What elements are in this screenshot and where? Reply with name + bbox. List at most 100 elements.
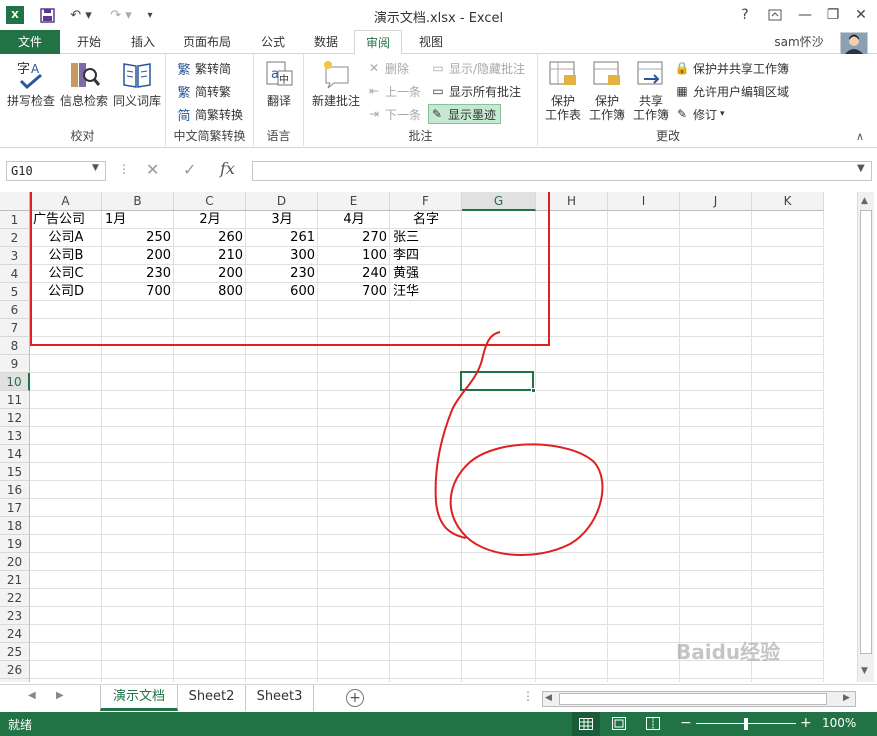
protect-workbook-label-1: 保护	[594, 94, 619, 108]
zoom-slider-thumb[interactable]	[744, 718, 748, 730]
normal-view-icon[interactable]	[572, 712, 600, 736]
vertical-scrollbar[interactable]: ▲ ▼	[857, 192, 874, 682]
protect-workbook-icon	[590, 58, 624, 90]
svg-text:中: 中	[279, 73, 289, 86]
previous-comment-icon: ⇤	[368, 84, 380, 98]
spell-check-label: 拼写检查	[6, 94, 55, 108]
add-sheet-icon[interactable]: +	[346, 689, 364, 707]
expand-formula-icon[interactable]: ▼	[857, 163, 865, 174]
show-ink-icon: ✎	[431, 107, 443, 121]
trad-to-simp-icon: 繁	[177, 62, 191, 78]
show-ink-button[interactable]: ✎ 显示墨迹	[428, 104, 502, 124]
research-icon	[67, 58, 101, 90]
new-comment-label: 新建批注	[311, 94, 360, 108]
protect-sheet-button[interactable]: 保护 工作表	[542, 58, 584, 122]
prev-sheet-icon[interactable]: ◀	[28, 690, 36, 701]
group-comments: 新建批注 ✕ 删除 ⇤ 上一条 ⇥ 下一条 ▭ 显示/隐藏批注 ▭ 显示所有批注…	[304, 54, 538, 146]
research-button[interactable]: 信息检索	[58, 58, 110, 108]
scroll-right-icon[interactable]: ▶	[843, 693, 850, 703]
close-icon[interactable]: ✕	[848, 4, 874, 26]
show-hide-comment-button[interactable]: ▭ 显示/隐藏批注	[430, 58, 525, 78]
group-comments-label: 批注	[408, 129, 433, 143]
tab-formulas[interactable]: 公式	[248, 30, 298, 54]
tab-view[interactable]: 视图	[406, 30, 456, 54]
protect-share-icon: 🔒	[674, 61, 690, 75]
tab-split-handle-icon[interactable]: ⋮	[522, 689, 534, 703]
formula-input[interactable]	[252, 161, 872, 181]
ink-annotations	[30, 192, 604, 557]
h-scroll-thumb[interactable]	[559, 693, 827, 705]
group-language: a中 翻译 语言	[254, 54, 304, 146]
restore-icon[interactable]: ❐	[820, 4, 846, 26]
tab-home[interactable]: 开始	[64, 30, 114, 54]
share-workbook-button[interactable]: 共享 工作簿	[630, 58, 672, 122]
next-sheet-icon[interactable]: ▶	[56, 690, 64, 701]
show-all-comments-button[interactable]: ▭ 显示所有批注	[430, 81, 521, 101]
watermark-text: Baidu经验	[676, 640, 781, 664]
show-hide-comment-icon: ▭	[432, 61, 444, 75]
scroll-down-icon[interactable]: ▼	[861, 666, 868, 676]
status-bar: 就绪 − + 100%	[0, 712, 877, 736]
allow-edit-ranges-icon: ▦	[676, 84, 688, 98]
sheet-tab-sheet3[interactable]: Sheet3	[246, 685, 314, 711]
track-changes-icon: ✎	[676, 107, 688, 121]
tab-insert[interactable]: 插入	[118, 30, 168, 54]
allow-edit-ranges-button[interactable]: ▦ 允许用户编辑区域	[674, 81, 789, 101]
tab-page-layout[interactable]: 页面布局	[172, 30, 242, 54]
translate-icon: a中	[262, 58, 296, 90]
next-comment-button[interactable]: ⇥ 下一条	[366, 104, 421, 124]
group-changes: 保护 工作表 保护 工作簿 共享 工作簿 🔒 保护并共享工作簿 ▦ 允许用户编辑…	[538, 54, 798, 146]
cancel-icon[interactable]: ✕	[146, 160, 159, 179]
group-proofing: 字A 拼写检查 信息检索 同义词库 校对	[0, 54, 166, 146]
name-box[interactable]: G10	[6, 161, 106, 181]
formula-bar-options-icon[interactable]: ⋮	[118, 162, 130, 176]
translate-button[interactable]: a中 翻译	[258, 58, 300, 108]
sheet-tab-demo[interactable]: 演示文档	[100, 685, 178, 711]
zoom-out-icon[interactable]: −	[680, 715, 692, 731]
tab-review[interactable]: 审阅	[354, 30, 402, 55]
spell-check-button[interactable]: 字A 拼写检查	[4, 58, 58, 108]
protect-share-button[interactable]: 🔒 保护并共享工作簿	[674, 58, 790, 78]
convert-button[interactable]: 简 简繁转换	[176, 104, 243, 124]
delete-comment-button[interactable]: ✕ 删除	[366, 58, 409, 78]
protect-workbook-button[interactable]: 保护 工作簿	[586, 58, 628, 122]
collapse-ribbon-icon[interactable]: ∧	[856, 130, 864, 143]
tab-file[interactable]: 文件	[0, 30, 60, 54]
name-box-dropdown-icon[interactable]: ▼	[92, 163, 99, 173]
protect-sheet-icon	[546, 58, 580, 90]
minimize-icon[interactable]: —	[792, 4, 818, 26]
avatar[interactable]	[840, 32, 868, 56]
simp-to-trad-icon: 繁	[177, 85, 191, 101]
protect-sheet-label-1: 保护	[550, 94, 575, 108]
user-name[interactable]: sam怀沙	[768, 30, 830, 54]
ribbon-display-icon[interactable]	[762, 4, 788, 26]
page-break-view-icon[interactable]	[646, 717, 660, 733]
translate-label: 翻译	[266, 94, 291, 108]
enter-icon[interactable]: ✓	[183, 160, 196, 179]
chevron-down-icon: ▾	[720, 109, 725, 119]
share-workbook-label-2: 工作簿	[632, 108, 669, 122]
new-comment-button[interactable]: 新建批注	[308, 58, 364, 108]
share-workbook-label-1: 共享	[638, 94, 663, 108]
tab-data[interactable]: 数据	[302, 30, 350, 54]
previous-comment-button[interactable]: ⇤ 上一条	[366, 81, 421, 101]
worksheet-grid[interactable]: ABCDEFGHIJK 1 2 3 4 5 6 7 8 9 10 11 12 13 14 15 16 17 18 1…	[0, 192, 855, 682]
thesaurus-button[interactable]: 同义词库	[110, 58, 164, 108]
scroll-thumb[interactable]	[860, 210, 872, 654]
title-bar: X ↶ ▾ ↷ ▾ ▾ 演示文档.xlsx - Excel ? — ❐ ✕	[0, 0, 877, 30]
zoom-in-icon[interactable]: +	[800, 715, 812, 731]
trad-to-simp-button[interactable]: 繁 繁转简	[176, 58, 231, 78]
zoom-level[interactable]: 100%	[822, 716, 856, 730]
help-button[interactable]: ?	[732, 4, 758, 26]
insert-function-button[interactable]: fx	[220, 159, 235, 178]
horizontal-scrollbar[interactable]: ◀ ▶	[542, 691, 856, 707]
simp-to-trad-button[interactable]: 繁 简转繁	[176, 81, 231, 101]
group-changes-label: 更改	[655, 129, 680, 143]
ribbon: 字A 拼写检查 信息检索 同义词库 校对 繁 繁转简 繁 简转繁 简 简繁转换 …	[0, 54, 877, 148]
sheet-tab-sheet2[interactable]: Sheet2	[178, 685, 246, 711]
scroll-left-icon[interactable]: ◀	[545, 693, 552, 703]
track-changes-button[interactable]: ✎ 修订 ▾	[674, 104, 725, 124]
page-layout-view-icon[interactable]	[612, 717, 626, 733]
scroll-up-icon[interactable]: ▲	[861, 196, 868, 206]
group-chinese-conversion: 繁 繁转简 繁 简转繁 简 简繁转换 中文简繁转换	[166, 54, 254, 146]
